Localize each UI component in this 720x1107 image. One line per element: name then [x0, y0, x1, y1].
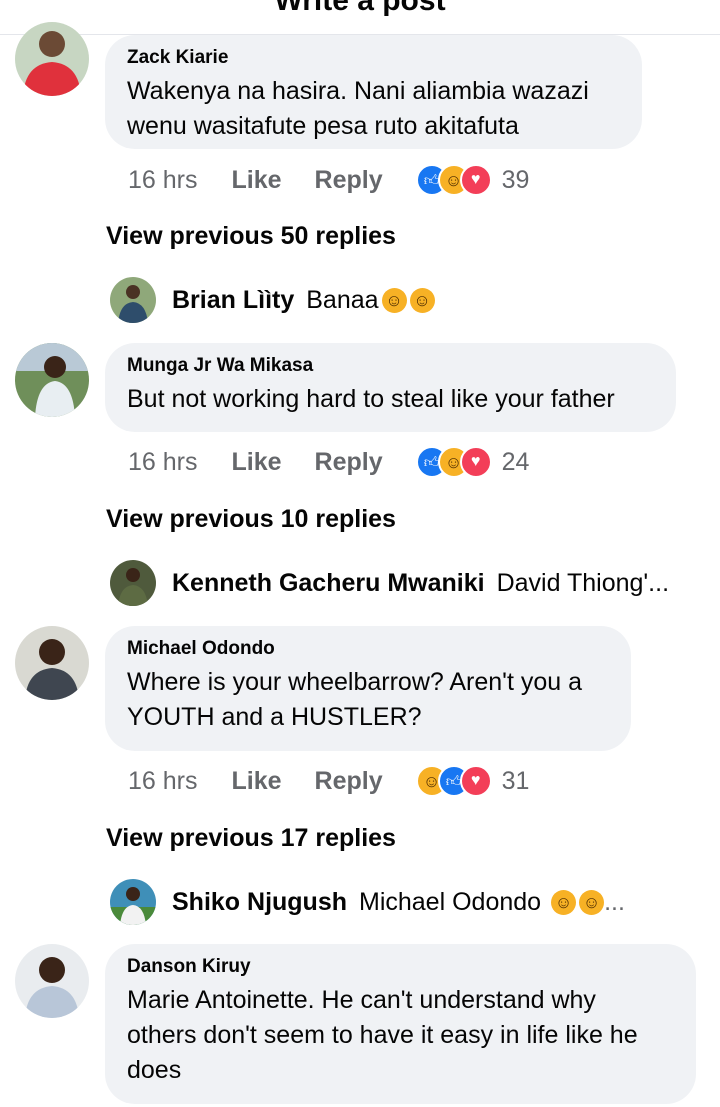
comment-text-line: Marie Antoinette. He can't understand wh…: [127, 986, 596, 1014]
view-previous-replies[interactable]: View previous 10 replies: [106, 505, 396, 534]
reply-author[interactable]: Brian Lììty: [172, 286, 294, 315]
reply-text: Banaa: [306, 285, 379, 314]
comment-text: Where is your wheelbarrow? Aren't you a …: [127, 665, 607, 735]
reply-button[interactable]: Reply: [315, 166, 383, 195]
comment-text-line: YOUTH and a HUSTLER?: [127, 703, 422, 731]
comment-time[interactable]: 16 hrs: [128, 767, 197, 796]
comment-text-line: Where is your wheelbarrow? Aren't you a: [127, 668, 582, 696]
comment-actions: 16 hrs Like Reply 👍︎ ☺︎ ♥︎ 39: [128, 160, 529, 200]
like-button[interactable]: Like: [231, 767, 281, 796]
comment-bubble: Michael Odondo Where is your wheelbarrow…: [105, 626, 631, 751]
laughing-tears-icon: ☺︎: [381, 287, 407, 313]
grinning-face-icon: ☺︎: [579, 889, 605, 915]
love-icon: ♥︎: [459, 765, 492, 797]
comment-author[interactable]: Zack Kiarie: [127, 46, 618, 70]
love-icon: ♥︎: [459, 446, 492, 478]
comment-bubble: Zack Kiarie Wakenya na hasira. Nani alia…: [105, 35, 642, 149]
comment-text-line: But not working hard to steal like your …: [127, 385, 615, 413]
comment-bubble: Munga Jr Wa Mikasa But not working hard …: [105, 343, 676, 432]
comment-text: But not working hard to steal like your …: [127, 382, 652, 417]
comment-actions: 16 hrs Like Reply ☺︎ 👍︎ ♥︎ 31: [128, 761, 529, 801]
reply-text: Michael Odondo: [359, 887, 542, 916]
comment-text-line: does: [127, 1056, 182, 1084]
reaction-count: 31: [501, 766, 530, 795]
reply-author[interactable]: Shiko Njugush: [172, 888, 347, 917]
reply-preview[interactable]: Shiko Njugush Michael Odondo ☺︎ ☺︎ ...: [110, 879, 625, 925]
comment-bubble: Danson Kiruy Marie Antoinette. He can't …: [105, 944, 696, 1104]
write-post-label[interactable]: Write a post: [0, 0, 720, 18]
reply-button[interactable]: Reply: [315, 767, 383, 796]
comment-text-line: Wakenya na hasira. Nani aliambia wazazi: [127, 77, 589, 105]
view-previous-replies[interactable]: View previous 50 replies: [106, 222, 396, 251]
avatar[interactable]: [110, 560, 156, 606]
grinning-face-icon: ☺︎: [551, 889, 577, 915]
comment-author[interactable]: Michael Odondo: [127, 637, 607, 661]
top-bar: Write a post: [0, 0, 720, 35]
like-button[interactable]: Like: [231, 448, 281, 477]
avatar[interactable]: [110, 277, 156, 323]
laughing-tears-icon: ☺︎: [409, 287, 435, 313]
avatar[interactable]: [15, 343, 89, 417]
view-previous-replies[interactable]: View previous 17 replies: [106, 824, 396, 853]
reaction-summary[interactable]: 👍︎ ☺︎ ♥︎ 39: [415, 164, 530, 196]
truncation-ellipsis: ...: [604, 887, 625, 916]
comment-text: Wakenya na hasira. Nani aliambia wazazi …: [127, 74, 618, 144]
avatar[interactable]: [15, 22, 89, 96]
comment-author[interactable]: Danson Kiruy: [127, 955, 672, 979]
avatar[interactable]: [15, 626, 89, 700]
like-button[interactable]: Like: [231, 166, 281, 195]
reply-preview[interactable]: Brian Lììty Banaa ☺︎ ☺︎: [110, 277, 435, 323]
avatar[interactable]: [110, 879, 156, 925]
reply-button[interactable]: Reply: [315, 448, 383, 477]
love-icon: ♥︎: [459, 164, 492, 196]
reaction-count: 24: [501, 447, 530, 476]
comment-text: Marie Antoinette. He can't understand wh…: [127, 983, 672, 1088]
comment-time[interactable]: 16 hrs: [128, 166, 197, 195]
reaction-count: 39: [501, 165, 530, 194]
comment-author[interactable]: Munga Jr Wa Mikasa: [127, 354, 652, 378]
reply-preview[interactable]: Kenneth Gacheru Mwaniki David Thiong'...: [110, 560, 669, 606]
reply-text: David Thiong'...: [496, 568, 670, 597]
comment-text-line: wenu wasitafute pesa ruto akitafuta: [127, 112, 519, 140]
reaction-summary[interactable]: 👍︎ ☺︎ ♥︎ 24: [415, 446, 530, 478]
reply-author[interactable]: Kenneth Gacheru Mwaniki: [172, 569, 485, 598]
comment-text-line: others don't seem to have it easy in lif…: [127, 1021, 638, 1049]
avatar[interactable]: [15, 944, 89, 1018]
comment-time[interactable]: 16 hrs: [128, 448, 197, 477]
comment-actions: 16 hrs Like Reply 👍︎ ☺︎ ♥︎ 24: [128, 442, 529, 482]
reaction-summary[interactable]: ☺︎ 👍︎ ♥︎ 31: [415, 765, 530, 797]
